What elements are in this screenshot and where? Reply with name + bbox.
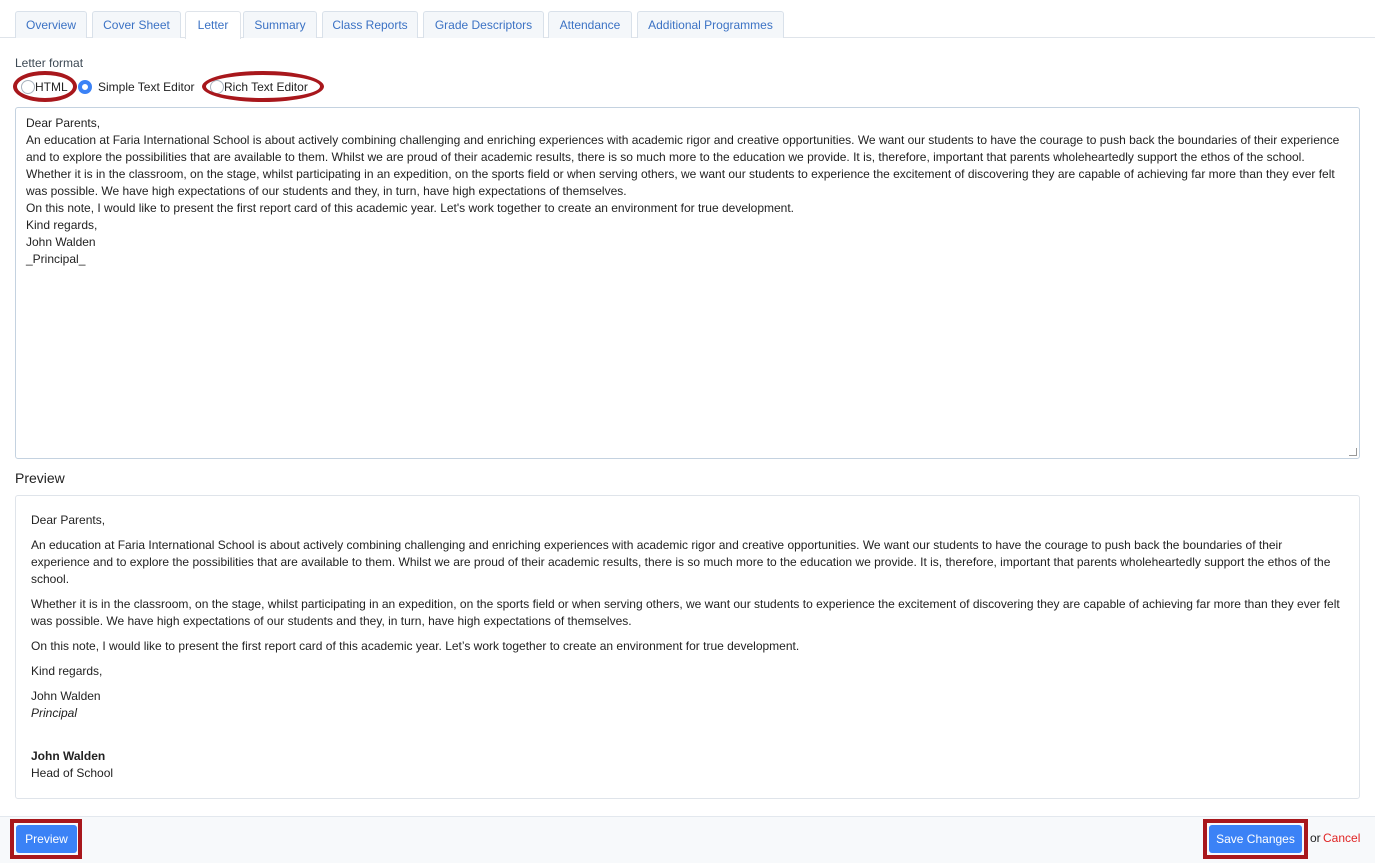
letter-text-editor[interactable]: Dear Parents, An education at Faria Inte… [15,107,1360,459]
radio-simple-text-editor-label: Simple Text Editor [98,80,195,94]
save-changes-button[interactable]: Save Changes [1209,825,1302,853]
resize-handle-icon[interactable] [1349,448,1357,456]
preview-signer-title: Principal [31,706,78,720]
radio-html-label: HTML [35,80,68,94]
preview-greeting: Dear Parents, [31,513,106,527]
cancel-link[interactable]: Cancel [1323,831,1360,845]
tab-overview[interactable]: Overview [15,11,87,38]
tab-cover-sheet[interactable]: Cover Sheet [92,11,181,38]
preview-signature-name: John Walden [31,749,106,763]
radio-html-circle[interactable] [21,80,35,94]
preview-signer: John Walden Principal [31,688,1344,722]
preview-signature-role: Head of School [31,766,114,780]
tab-grade-descriptors[interactable]: Grade Descriptors [423,11,544,38]
editor-line: _Principal_ [26,252,86,266]
tab-class-reports[interactable]: Class Reports [322,11,418,38]
or-text: or [1310,831,1321,845]
tab-summary[interactable]: Summary [243,11,317,38]
preview-paragraph: Whether it is in the classroom, on the s… [31,597,1340,628]
preview-signature: John Walden Head of School [31,748,1344,782]
form-footer [0,816,1375,863]
preview-paragraph: An education at Faria International Scho… [31,538,1331,586]
tab-bar: Overview Cover Sheet Letter Summary Clas… [0,0,1375,39]
radio-simple-text-editor-circle[interactable] [78,80,92,94]
tab-letter[interactable]: Letter [185,11,241,39]
editor-line: Kind regards, [26,218,98,232]
preview-heading: Preview [15,470,65,486]
radio-rich-text-editor-circle[interactable] [210,80,224,94]
preview-paragraph: On this note, I would like to present th… [31,639,800,653]
letter-preview: Dear Parents, An education at Faria Inte… [15,495,1360,799]
tab-additional-programmes[interactable]: Additional Programmes [637,11,784,38]
radio-rich-text-editor-label: Rich Text Editor [224,80,308,94]
editor-line: John Walden [26,235,96,249]
editor-line: Whether it is in the classroom, on the s… [26,167,1339,198]
editor-line: On this note, I would like to present th… [26,201,795,215]
tab-attendance[interactable]: Attendance [548,11,632,38]
preview-button[interactable]: Preview [16,825,77,853]
preview-signer-name: John Walden [31,689,101,703]
editor-line: An education at Faria International Scho… [26,133,1343,164]
editor-line: Dear Parents, [26,116,101,130]
letter-format-label: Letter format [15,56,84,70]
preview-closing: Kind regards, [31,664,103,678]
